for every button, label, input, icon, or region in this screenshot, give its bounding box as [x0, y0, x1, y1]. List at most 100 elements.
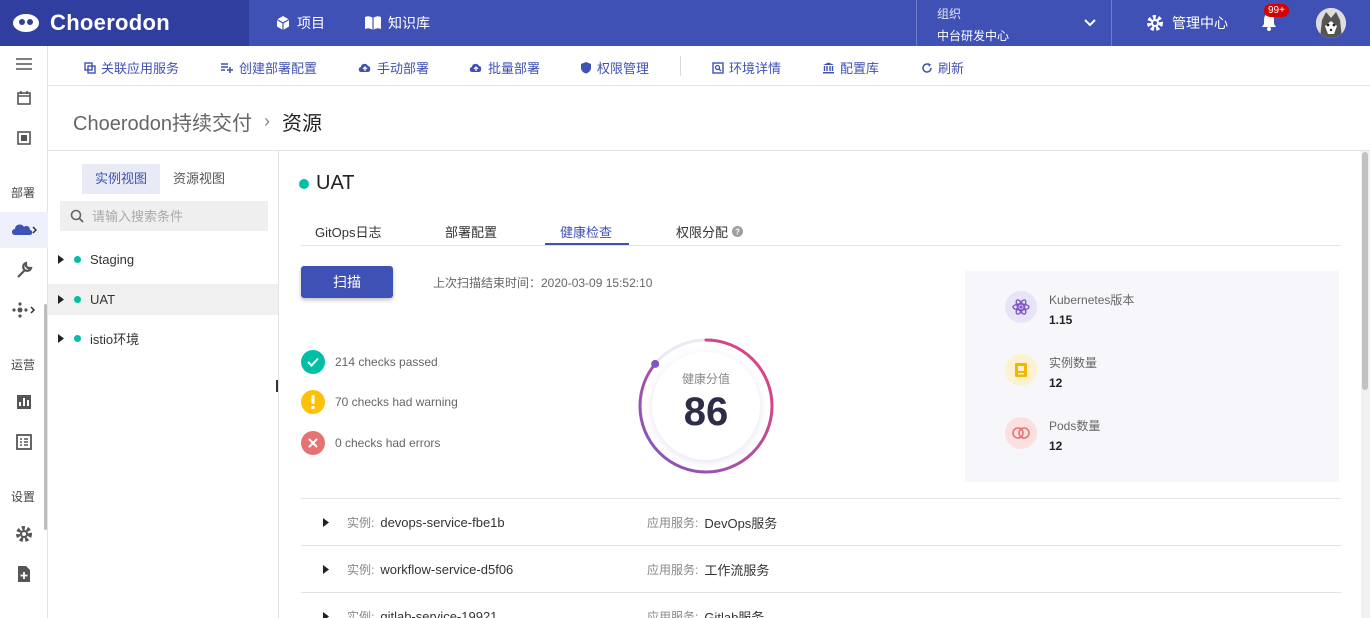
link-service-button[interactable]: 关联应用服务 [84, 58, 179, 77]
menu-toggle[interactable] [0, 46, 48, 82]
kubernetes-icon [1005, 291, 1037, 323]
env-detail-button[interactable]: 环境详情 [712, 58, 781, 77]
tab-resource-view[interactable]: 资源视图 [160, 164, 238, 194]
stat-instances: 实例数量 12 [1005, 354, 1097, 390]
org-selector[interactable]: 组织 中台研发中心 [916, 0, 1112, 46]
env-item-label: istio环境 [90, 332, 140, 347]
rail-list[interactable] [0, 424, 48, 460]
batch-deploy-button[interactable]: 批量部署 [469, 58, 540, 77]
tab-gitops-log[interactable]: GitOps日志 [315, 222, 381, 241]
stat-pods: Pods数量 12 [1005, 417, 1100, 453]
detail-tabs: GitOps日志 部署配置 健康检查 权限分配 ? [301, 215, 1341, 246]
caret-right-icon[interactable] [58, 334, 64, 343]
tab-permission[interactable]: 权限分配 ? [676, 222, 744, 241]
rail-cluster[interactable] [0, 292, 48, 328]
stat-kubernetes: Kubernetes版本 1.15 [1005, 291, 1134, 327]
env-item-staging[interactable]: Staging [48, 244, 278, 275]
instance-name: 实例: devops-service-fbe1b [347, 514, 505, 530]
status-dot [74, 335, 81, 342]
tab-ink-bar [545, 243, 629, 245]
list-icon [16, 434, 32, 450]
nav-knowledge[interactable]: 知识库 [364, 0, 430, 46]
avatar-image [1316, 8, 1346, 38]
tab-health-check[interactable]: 健康检查 [560, 222, 612, 241]
manual-deploy-button[interactable]: 手动部署 [358, 58, 429, 77]
cube-icon [276, 16, 290, 30]
instance-list: 实例: devops-service-fbe1b 应用服务: DevOps服务 实例… [301, 498, 1341, 618]
brand[interactable]: Choerodon [0, 0, 249, 46]
rail-settings[interactable] [0, 516, 48, 552]
tab-deploy-config[interactable]: 部署配置 [445, 222, 497, 241]
board-icon [17, 131, 31, 145]
caret-right-icon[interactable] [58, 255, 64, 264]
scan-button[interactable]: 扫描 [301, 266, 393, 298]
toolbar: 关联应用服务 创建部署配置 手动部署 批量部署 权限管理 环境详情 配置库 刷新 [48, 46, 1370, 86]
rail-section-deploy: 部署 [11, 186, 36, 200]
rail-add-doc[interactable] [0, 556, 48, 592]
rail-deploy-active[interactable] [0, 212, 48, 248]
rail-calendar[interactable] [0, 80, 48, 116]
panel-resize-handle[interactable] [276, 380, 278, 392]
gear-icon [1147, 15, 1163, 31]
rail-scrollbar[interactable] [44, 304, 47, 530]
status-dot [74, 296, 81, 303]
refresh-icon [922, 62, 932, 73]
detail-search-icon [712, 61, 724, 74]
check-warning: 70 checks had warning [301, 390, 458, 414]
status-dot [299, 178, 309, 189]
top-bar: Choerodon 项目 知识库 组织 中台研发中心 管理中心 99+ [0, 0, 1370, 46]
instance-name: 实例: workflow-service-d5f06 [347, 561, 514, 577]
table-row[interactable]: 实例: workflow-service-d5f06 应用服务: 工作流服务 [301, 545, 1341, 592]
caret-right-icon[interactable] [323, 611, 329, 618]
left-rail: 部署 运营 设置 [0, 46, 48, 618]
service-name: 应用服务: 工作流服务 [647, 562, 770, 578]
health-score-label: 健康分值 [681, 372, 730, 386]
check-errors: 0 checks had errors [301, 431, 440, 455]
pods-icon [1005, 417, 1037, 449]
config-repo-button[interactable]: 配置库 [822, 58, 879, 77]
cloud-icon [12, 224, 37, 235]
rail-board[interactable] [0, 120, 48, 156]
wrench-icon [17, 261, 33, 278]
brand-name: Choerodon [50, 10, 171, 35]
caret-right-icon[interactable] [323, 517, 329, 527]
svg-text:?: ? [735, 228, 740, 237]
menu-icon [16, 58, 32, 70]
table-row[interactable]: 实例: gitlab-service-19921 应用服务: Gitlab服务 [301, 592, 1341, 618]
env-item-label: Staging [90, 252, 135, 267]
nav-project[interactable]: 项目 [275, 0, 325, 46]
env-item-uat[interactable]: UAT [48, 284, 278, 315]
breadcrumb-separator: › [263, 111, 270, 131]
book-icon [365, 16, 381, 30]
admin-center-button[interactable]: 管理中心 [1146, 0, 1228, 46]
main-scrollbar-thumb[interactable] [1362, 152, 1368, 390]
breadcrumb: Choerodon持续交付 › 资源 [73, 107, 322, 136]
bar-chart-icon [17, 395, 31, 409]
toolbar-divider [680, 56, 681, 76]
rail-chart[interactable] [0, 384, 48, 420]
env-item-istio[interactable]: istio环境 [48, 323, 278, 354]
health-score-value: 86 [683, 390, 729, 434]
refresh-button[interactable]: 刷新 [921, 58, 964, 77]
check-passed: 214 checks passed [301, 350, 438, 374]
cluster-icon [12, 302, 36, 318]
help-icon[interactable]: ? [732, 226, 744, 237]
permission-button[interactable]: 权限管理 [580, 58, 649, 77]
rail-section-settings: 设置 [11, 490, 36, 504]
caret-right-icon[interactable] [58, 295, 64, 304]
service-name: 应用服务: DevOps服务 [647, 515, 778, 531]
warning-icon [301, 390, 325, 414]
caret-right-icon[interactable] [323, 564, 329, 574]
instance-icon [1005, 354, 1037, 386]
search-input[interactable] [92, 208, 252, 224]
avatar[interactable] [1316, 8, 1346, 38]
cluster-stats-card: Kubernetes版本 1.15 实例数量 12 Pods数量 12 [965, 271, 1339, 482]
cloud-upload-icon [358, 63, 371, 72]
last-scan-time: 上次扫描结束时间：2020-03-09 15:52:10 [433, 276, 653, 290]
breadcrumb-parent[interactable]: Choerodon持续交付 [73, 107, 252, 136]
table-row[interactable]: 实例: devops-service-fbe1b 应用服务: DevOps服务 [301, 498, 1341, 545]
rail-tools[interactable] [0, 252, 48, 288]
tab-instance-view[interactable]: 实例视图 [82, 164, 161, 194]
env-title: UAT [299, 172, 355, 195]
create-config-button[interactable]: 创建部署配置 [220, 58, 317, 77]
